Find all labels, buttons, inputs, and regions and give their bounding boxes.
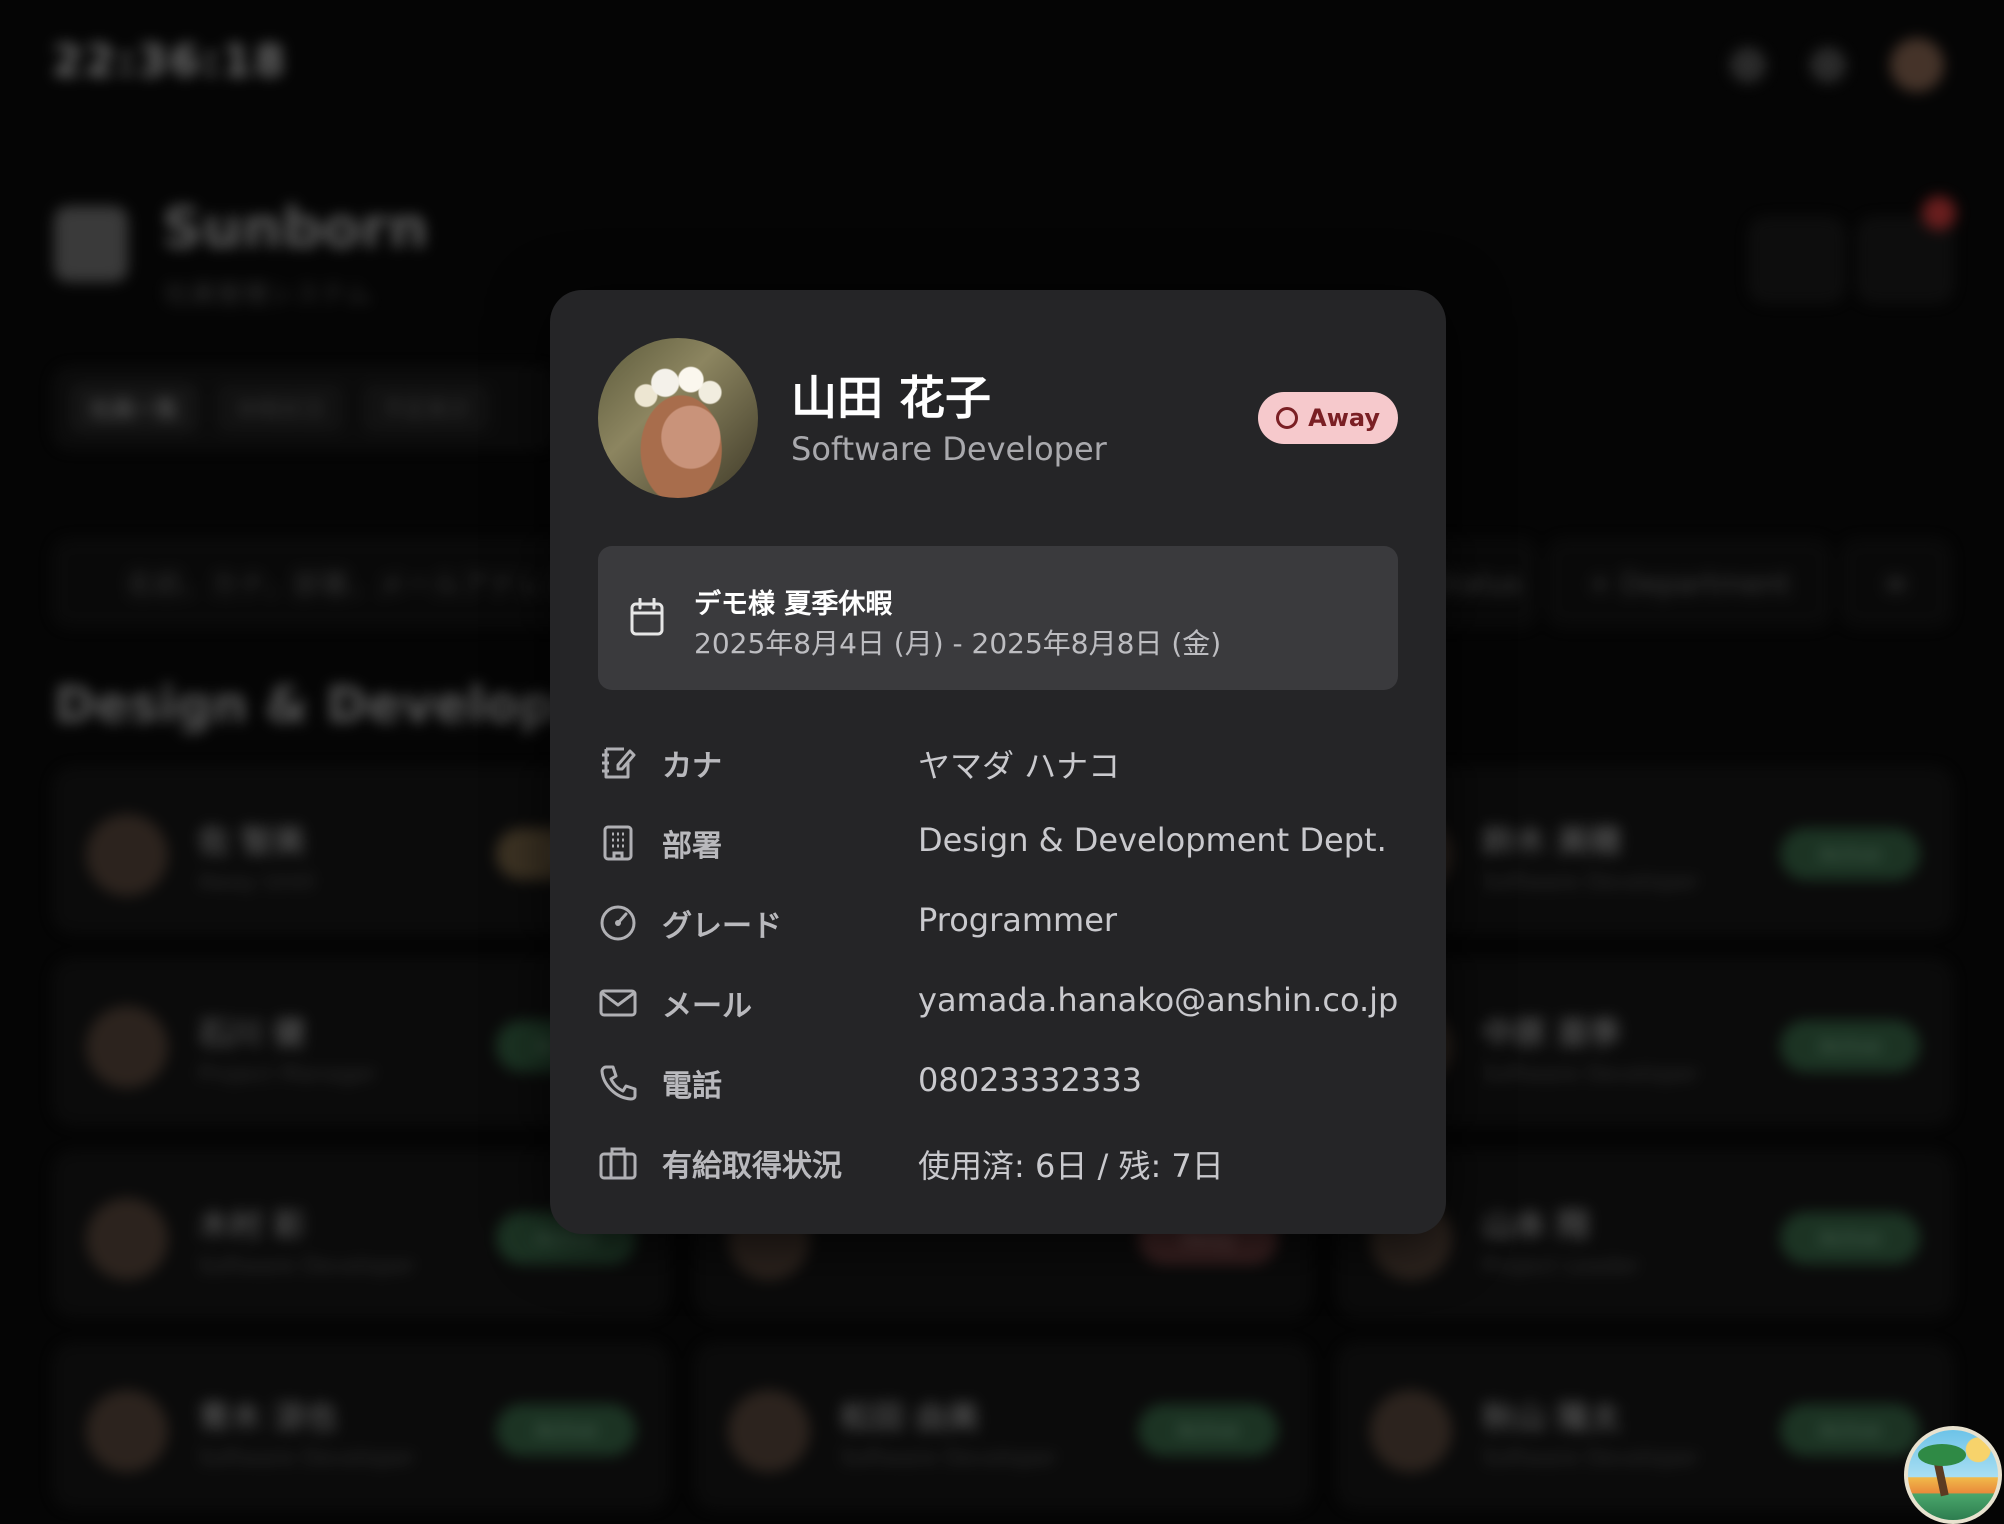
status-label: Away xyxy=(1308,404,1380,432)
detail-label: カナ xyxy=(662,749,722,784)
detail-value: ヤマダ ハナコ xyxy=(918,747,1121,785)
employee-role: Project Leader xyxy=(1482,1254,1640,1279)
employee-name: 山本 翔 xyxy=(1482,1206,1590,1244)
detail-row-grade: グレード Programmer xyxy=(598,893,1398,953)
employee-role: Away Until xyxy=(198,870,315,895)
detail-label: メール xyxy=(662,989,752,1024)
employee-card[interactable]: 松田 由美 Software Developer Active xyxy=(696,1344,1310,1508)
brand-subtitle: 社員管理システム xyxy=(164,280,372,310)
employee-name: 鈴木 美穂 xyxy=(1482,822,1622,860)
vacation-dates: 2025年8月4日 (月) - 2025年8月8日 (金) xyxy=(694,627,1222,660)
detail-label: 電話 xyxy=(662,1069,722,1104)
phone-icon xyxy=(600,1065,637,1101)
phone-link[interactable]: 08023332333 xyxy=(918,1061,1142,1099)
detail-row-phone: 電話 08023332333 xyxy=(598,1053,1398,1113)
tab-employee-list[interactable]: 社員一覧 xyxy=(70,383,199,433)
status-badge: Active xyxy=(1780,828,1920,880)
notification-badge xyxy=(1922,196,1956,230)
user-avatar[interactable] xyxy=(1890,38,1944,92)
employee-card[interactable]: 青木 涼也 Software Developer Active xyxy=(54,1344,668,1508)
employee-role: Software Developer xyxy=(1482,1446,1700,1471)
tab-leave-status[interactable]: 休暇状況 xyxy=(216,383,345,433)
wifi-icon xyxy=(1730,47,1766,83)
employee-profile-modal: 山田 花子 Software Developer Away デモ様 夏季休暇 2… xyxy=(550,290,1446,1234)
vacation-notice: デモ様 夏季休暇 2025年8月4日 (月) - 2025年8月8日 (金) xyxy=(598,546,1398,690)
employee-name: 秋山 隆太 xyxy=(1482,1398,1622,1436)
employee-role: Software Developer xyxy=(198,1446,416,1471)
detail-row-email: メール yamada.hanako@anshin.co.jp xyxy=(598,973,1398,1033)
notifications-button[interactable] xyxy=(1858,218,1952,302)
calendar-icon xyxy=(630,598,664,636)
avatar xyxy=(1370,1390,1452,1472)
clock: 22:36:18 xyxy=(52,36,287,87)
employee-name: 石川 健 xyxy=(198,1014,306,1052)
mail-icon xyxy=(599,989,637,1017)
vacation-title: デモ様 夏季休暇 xyxy=(694,589,893,620)
employee-role: Software Developer xyxy=(840,1446,1058,1471)
email-link[interactable]: yamada.hanako@anshin.co.jp xyxy=(918,981,1398,1019)
status-badge: Active xyxy=(1780,1212,1920,1264)
avatar xyxy=(86,1198,168,1280)
detail-value: Design & Development Dept. xyxy=(918,821,1387,859)
status-badge: Active xyxy=(1780,1404,1920,1456)
status-badge: Active xyxy=(1780,1020,1920,1072)
brand-title: Sunborn xyxy=(162,196,429,261)
brand-logo-icon xyxy=(54,206,128,282)
employee-role: Software Developer xyxy=(198,1254,416,1279)
employee-name: 木村 彩 xyxy=(198,1206,306,1244)
avatar xyxy=(86,1390,168,1472)
detail-label: 有給取得状況 xyxy=(662,1149,842,1184)
gauge-icon xyxy=(600,905,636,941)
employee-role: Project Manager xyxy=(198,1062,377,1087)
avatar xyxy=(86,814,168,896)
detail-label: 部署 xyxy=(662,829,722,864)
detail-row-kana: カナ ヤマダ ハナコ xyxy=(598,733,1398,793)
profile-role: Software Developer xyxy=(791,430,1107,468)
top-status-icons xyxy=(1730,38,1944,92)
briefcase-icon xyxy=(599,1147,637,1180)
view-tabs: 社員一覧 休暇状況 予定表示 xyxy=(54,368,554,448)
avatar xyxy=(728,1390,810,1472)
detail-value: 使用済: 6日 / 残: 7日 xyxy=(918,1147,1224,1185)
detail-row-department: 部署 Design & Development Dept. xyxy=(598,813,1398,873)
app-logo-icon[interactable] xyxy=(1904,1426,2002,1524)
employee-card[interactable]: 秋山 隆太 Software Developer Active xyxy=(1338,1344,1952,1508)
moon-icon xyxy=(1810,47,1846,83)
palm-leaves xyxy=(1918,1444,1966,1466)
employee-name: 青木 涼也 xyxy=(198,1398,338,1436)
building-icon xyxy=(603,825,633,861)
detail-value: Programmer xyxy=(918,901,1118,939)
detail-label: グレード xyxy=(662,909,782,944)
add-button[interactable] xyxy=(1750,218,1844,302)
profile-avatar xyxy=(598,338,758,498)
status-badge: Active xyxy=(1138,1404,1278,1456)
department-filter[interactable]: + Department xyxy=(1548,540,1830,626)
profile-name: 山田 花子 xyxy=(791,371,992,425)
employee-role: Software Developer xyxy=(1482,1062,1700,1087)
status-badge: Active xyxy=(496,1404,636,1456)
filter-menu-button[interactable]: ≡ xyxy=(1842,540,1950,626)
detail-row-paid-leave: 有給取得状況 使用済: 6日 / 残: 7日 xyxy=(598,1133,1398,1193)
employee-role: Software Developer xyxy=(1482,870,1700,895)
status-ring-icon xyxy=(1276,407,1299,429)
employee-name: 松田 由美 xyxy=(840,1398,980,1436)
note-edit-icon xyxy=(602,747,636,779)
avatar xyxy=(86,1006,168,1088)
employee-name: 中原 亜季 xyxy=(1482,1014,1622,1052)
tab-schedule[interactable]: 予定表示 xyxy=(362,383,491,433)
employee-name: 佐 智美 xyxy=(198,822,306,860)
status-badge: Away xyxy=(1258,392,1398,444)
